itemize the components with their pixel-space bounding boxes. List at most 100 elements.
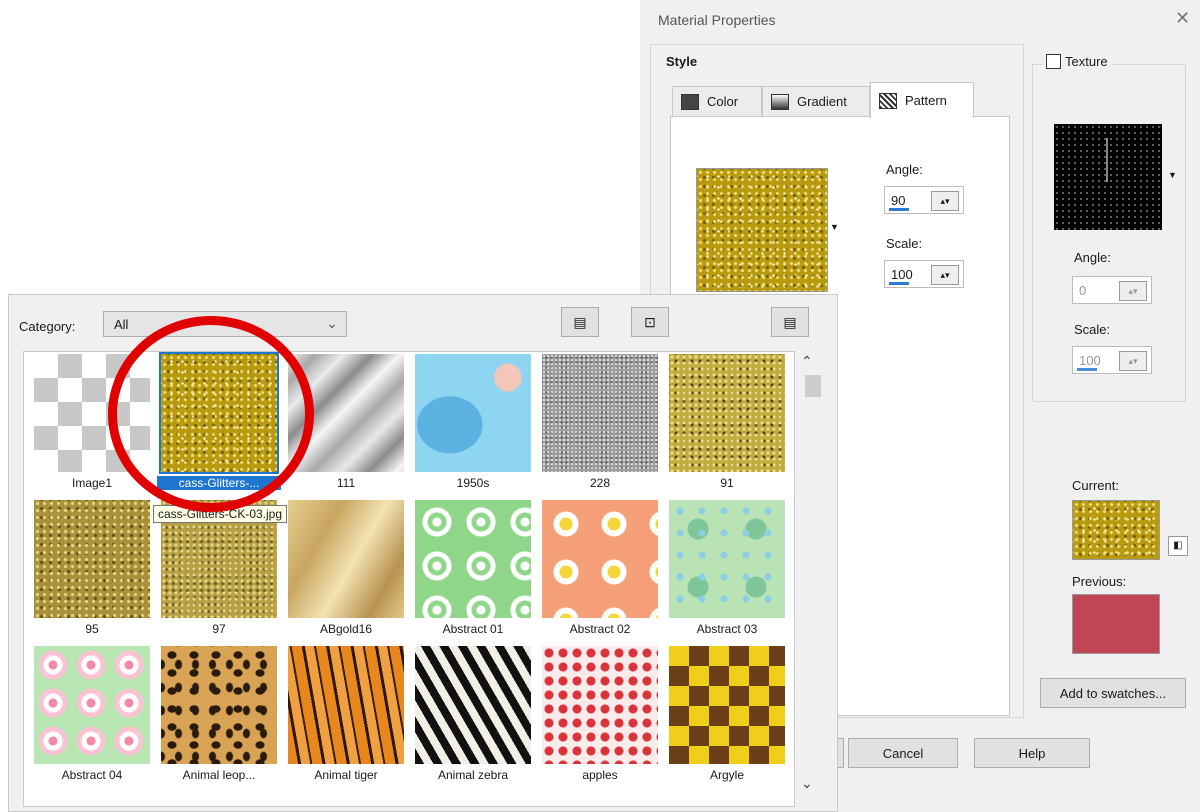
tab-color-label: Color — [707, 94, 739, 109]
pattern-thumbnail[interactable] — [669, 354, 785, 472]
tab-color[interactable]: Color — [672, 86, 762, 116]
pattern-scale-stepper[interactable]: 100 ▴▾ — [884, 260, 964, 288]
previous-label: Previous: — [1072, 574, 1127, 589]
scrollbar[interactable] — [797, 351, 823, 807]
pattern-label: 111 — [336, 476, 356, 490]
current-label: Current: — [1072, 478, 1119, 493]
pattern-thumbnail[interactable] — [288, 500, 404, 618]
texture-angle-stepper[interactable]: 0 ▴▾ — [1072, 276, 1152, 304]
pattern-label: apples — [582, 768, 618, 782]
pattern-scale-label: Scale: — [886, 236, 923, 251]
texture-checkbox[interactable] — [1046, 54, 1061, 69]
pattern-item[interactable]: ABgold16 — [284, 498, 408, 644]
dropdown-arrow-icon[interactable]: ▼ — [830, 222, 839, 232]
pattern-item[interactable]: 91 — [665, 352, 789, 498]
spin-buttons-icon[interactable]: ▴▾ — [1119, 351, 1147, 371]
scroll-up-icon[interactable]: ⌃ — [801, 353, 813, 370]
pattern-label: ABgold16 — [319, 622, 373, 636]
close-icon[interactable]: ✕ — [1175, 8, 1190, 29]
pattern-thumbnail[interactable] — [542, 646, 658, 764]
tab-gradient-label: Gradient — [797, 94, 847, 109]
pattern-item[interactable]: Animal zebra — [411, 644, 535, 790]
pattern-item[interactable]: Abstract 02 — [538, 498, 662, 644]
scroll-down-icon[interactable]: ⌄ — [801, 775, 813, 792]
pattern-item[interactable]: Abstract 04 — [30, 644, 154, 790]
pattern-angle-value[interactable]: 90 — [891, 193, 905, 208]
swap-icon[interactable]: ◧ — [1168, 536, 1188, 556]
pattern-item[interactable]: Argyle — [665, 644, 789, 790]
pattern-label: Abstract 04 — [61, 768, 123, 782]
current-swatch[interactable] — [1072, 500, 1160, 560]
window-icon: ⊡ — [644, 314, 656, 330]
pattern-label: 97 — [212, 622, 226, 636]
view-button[interactable]: ▤ — [561, 307, 599, 337]
pattern-thumbnail[interactable] — [542, 500, 658, 618]
angle-slider-bar[interactable] — [889, 208, 909, 211]
texture-scale-label: Scale: — [1074, 322, 1111, 337]
scale-slider-bar[interactable] — [1077, 368, 1097, 371]
dialog-title: Material Properties — [658, 12, 776, 28]
options-button[interactable]: ▤ — [771, 307, 809, 337]
tab-pattern-label: Pattern — [905, 93, 947, 108]
pattern-item[interactable]: Abstract 03 — [665, 498, 789, 644]
pattern-angle-label: Angle: — [886, 162, 923, 177]
pattern-item[interactable]: Animal tiger — [284, 644, 408, 790]
pattern-angle-stepper[interactable]: 90 ▴▾ — [884, 186, 964, 214]
category-label: Category: — [19, 319, 76, 334]
pattern-item[interactable]: apples — [538, 644, 662, 790]
pattern-label: 1950s — [456, 476, 490, 490]
scale-slider-bar[interactable] — [889, 282, 909, 285]
help-button[interactable]: Help — [974, 738, 1090, 768]
texture-angle-value[interactable]: 0 — [1079, 283, 1086, 298]
style-legend: Style — [662, 54, 702, 69]
color-swatch-icon — [681, 93, 699, 110]
tab-gradient[interactable]: Gradient — [762, 86, 870, 116]
pattern-item[interactable]: Animal leop... — [157, 644, 281, 790]
pattern-thumbnail[interactable] — [415, 354, 531, 472]
pattern-thumbnail[interactable] — [288, 646, 404, 764]
texture-crosshair — [1106, 138, 1108, 182]
pattern-scale-value[interactable]: 100 — [891, 267, 913, 282]
pattern-thumbnail[interactable] — [34, 646, 150, 764]
pattern-label: Abstract 02 — [569, 622, 631, 636]
texture-label: Texture — [1065, 54, 1108, 69]
pattern-label: Abstract 03 — [696, 622, 758, 636]
gradient-icon — [771, 93, 789, 110]
pattern-label: 228 — [589, 476, 611, 490]
scrollbar-thumb[interactable] — [805, 375, 821, 397]
spin-buttons-icon[interactable]: ▴▾ — [1119, 281, 1147, 301]
spin-buttons-icon[interactable]: ▴▾ — [931, 265, 959, 285]
cancel-button[interactable]: Cancel — [848, 738, 958, 768]
pattern-thumbnail[interactable] — [669, 500, 785, 618]
pattern-thumbnail[interactable] — [415, 500, 531, 618]
pattern-icon — [879, 92, 897, 109]
pattern-item[interactable]: Abstract 01 — [411, 498, 535, 644]
pattern-thumbnail[interactable] — [161, 646, 277, 764]
pattern-label: Argyle — [709, 768, 744, 782]
texture-scale-stepper[interactable]: 100 ▴▾ — [1072, 346, 1152, 374]
pattern-preview-swatch[interactable] — [696, 168, 828, 292]
texture-preview-swatch[interactable] — [1054, 124, 1162, 230]
annotation-circle — [108, 316, 314, 512]
chevron-down-icon: ⌄ — [326, 315, 338, 331]
dropdown-arrow-icon[interactable]: ▼ — [1168, 170, 1177, 180]
pattern-item[interactable]: 228 — [538, 352, 662, 498]
window-button[interactable]: ⊡ — [631, 307, 669, 337]
pattern-thumbnail[interactable] — [542, 354, 658, 472]
pattern-label: 91 — [720, 476, 734, 490]
tab-pattern[interactable]: Pattern — [870, 82, 974, 118]
pattern-label: 95 — [85, 622, 99, 636]
texture-checkbox-row[interactable]: Texture — [1042, 54, 1112, 69]
pattern-item[interactable]: 95 — [30, 498, 154, 644]
pattern-item[interactable]: 1950s — [411, 352, 535, 498]
texture-scale-value[interactable]: 100 — [1079, 353, 1101, 368]
spin-buttons-icon[interactable]: ▴▾ — [931, 191, 959, 211]
pattern-label: Abstract 01 — [442, 622, 504, 636]
pattern-thumbnail[interactable] — [34, 500, 150, 618]
options-icon: ▤ — [783, 314, 797, 330]
previous-swatch[interactable] — [1072, 594, 1160, 654]
pattern-label: Animal leop... — [182, 768, 256, 782]
add-to-swatches-button[interactable]: Add to swatches... — [1040, 678, 1186, 708]
pattern-thumbnail[interactable] — [415, 646, 531, 764]
pattern-thumbnail[interactable] — [669, 646, 785, 764]
